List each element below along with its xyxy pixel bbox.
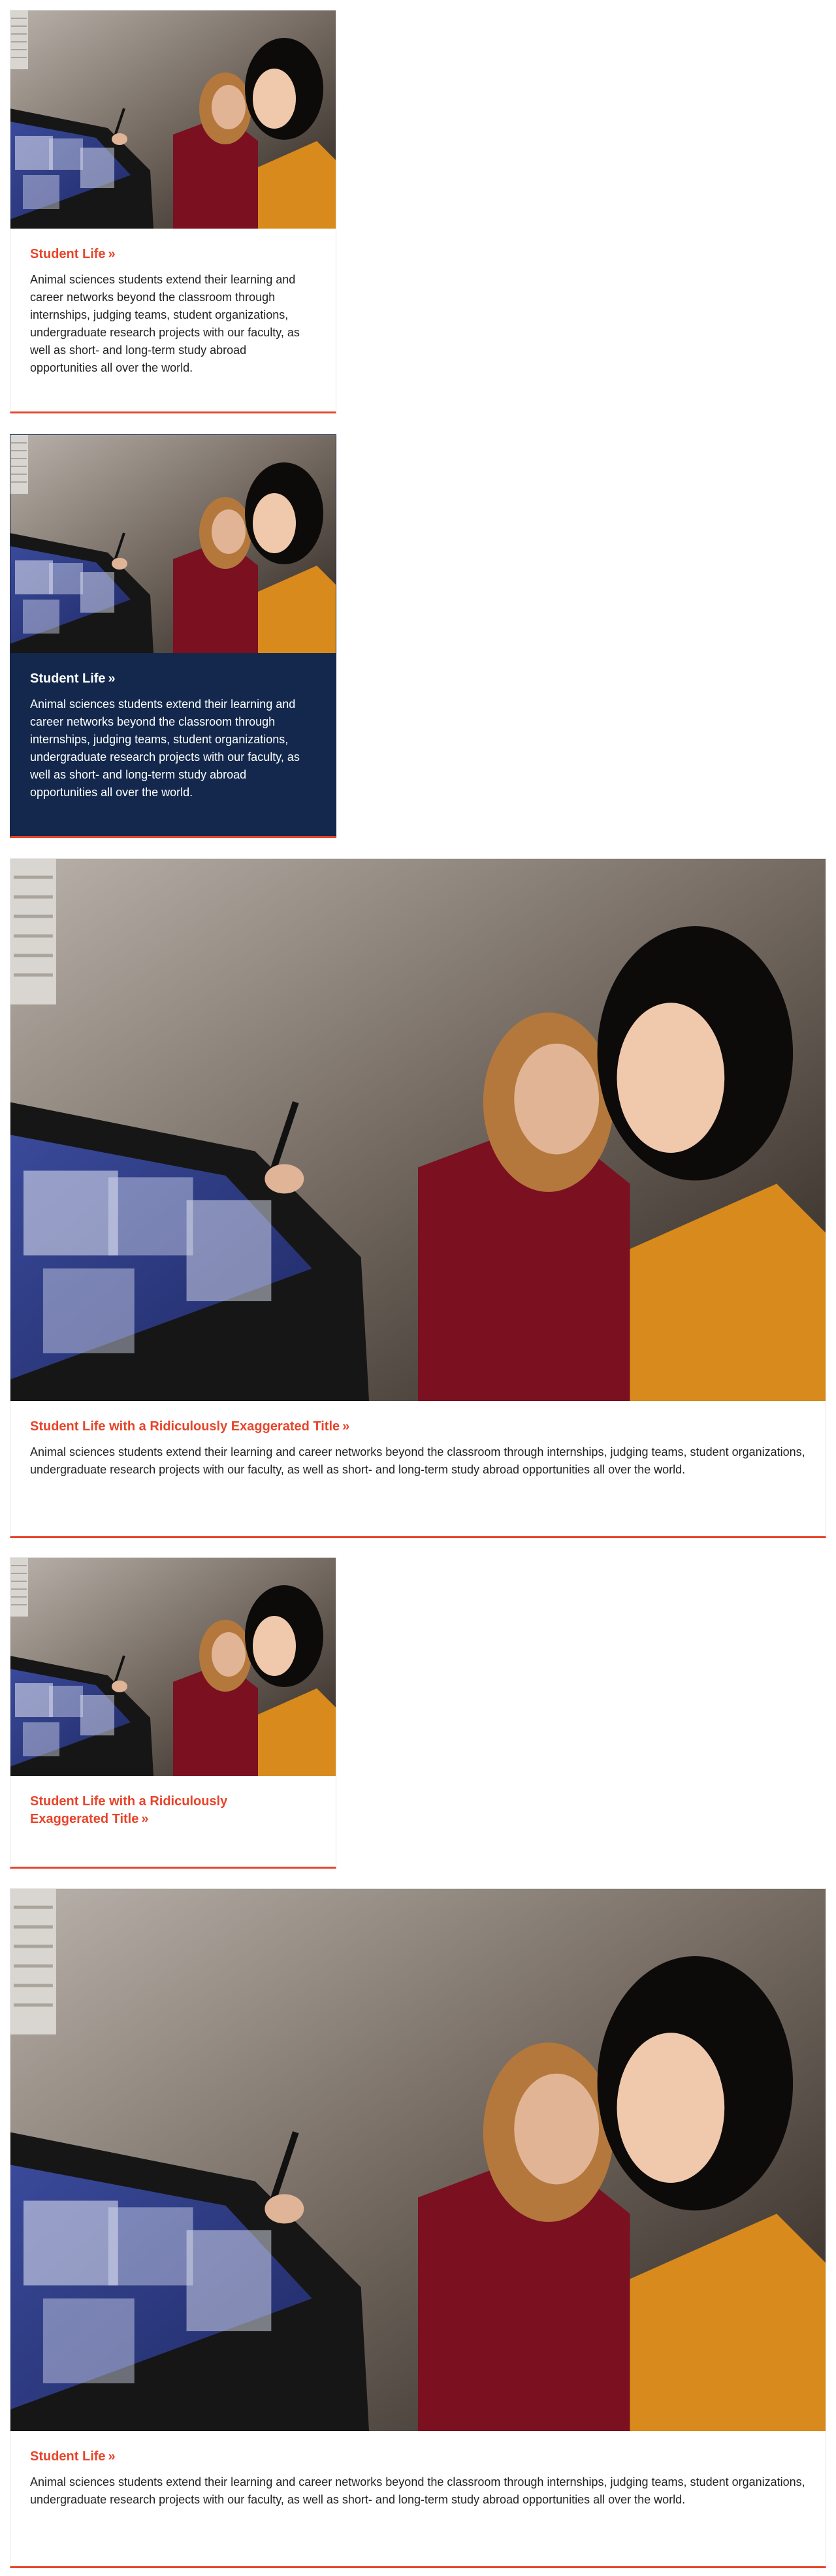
students-monitor-illustration: [10, 1889, 826, 2431]
card-description: Animal sciences students extend their le…: [30, 1445, 805, 1476]
card-title-row: Student Life»: [30, 246, 316, 263]
card-photo[interactable]: [10, 1558, 336, 1776]
double-chevron-right-icon: »: [108, 247, 116, 261]
card-title-link[interactable]: Student Life: [30, 247, 106, 261]
card-title-row: Student Life with a Ridiculously Exagger…: [30, 1793, 246, 1828]
card-body: Student Life with a Ridiculously Exagger…: [10, 1401, 826, 1497]
card-description: Animal sciences students extend their le…: [30, 2475, 805, 2506]
card-photo[interactable]: [10, 435, 336, 653]
double-chevron-right-icon: »: [108, 671, 116, 686]
content-card-wide: Student Life» Animal sciences students e…: [10, 1888, 826, 2568]
content-card-dark: Student Life» Animal sciences students e…: [10, 434, 336, 838]
card-title-link[interactable]: Student Life: [30, 671, 106, 686]
card-photo[interactable]: [10, 859, 826, 1401]
students-monitor-illustration: [10, 1558, 336, 1776]
students-monitor-illustration: [10, 859, 826, 1401]
card-body: Student Life» Animal sciences students e…: [10, 2431, 826, 2527]
card-photo[interactable]: [10, 1889, 826, 2431]
content-card: Student Life» Animal sciences students e…: [10, 10, 336, 413]
students-monitor-illustration: [10, 10, 336, 229]
content-card-title-only: Student Life with a Ridiculously Exagger…: [10, 1557, 336, 1869]
card-title-link[interactable]: Student Life with a Ridiculously Exagger…: [30, 1419, 340, 1434]
students-monitor-illustration: [10, 435, 336, 653]
content-card-wide: Student Life with a Ridiculously Exagger…: [10, 858, 826, 1538]
double-chevron-right-icon: »: [342, 1419, 350, 1434]
card-body: Student Life» Animal sciences students e…: [10, 653, 336, 820]
card-body: Student Life» Animal sciences students e…: [10, 229, 336, 395]
card-photo[interactable]: [10, 10, 336, 229]
card-title-row: Student Life»: [30, 2448, 806, 2466]
card-title-row: Student Life»: [30, 670, 316, 688]
card-title-link[interactable]: Student Life with a Ridiculously Exagger…: [30, 1794, 227, 1826]
card-body: Student Life with a Ridiculously Exagger…: [10, 1776, 336, 1846]
double-chevron-right-icon: »: [108, 2449, 116, 2464]
card-description: Animal sciences students extend their le…: [30, 273, 300, 374]
card-title-row: Student Life with a Ridiculously Exagger…: [30, 1418, 806, 1436]
card-description: Animal sciences students extend their le…: [30, 698, 300, 799]
double-chevron-right-icon: »: [141, 1812, 149, 1826]
card-title-link[interactable]: Student Life: [30, 2449, 106, 2464]
